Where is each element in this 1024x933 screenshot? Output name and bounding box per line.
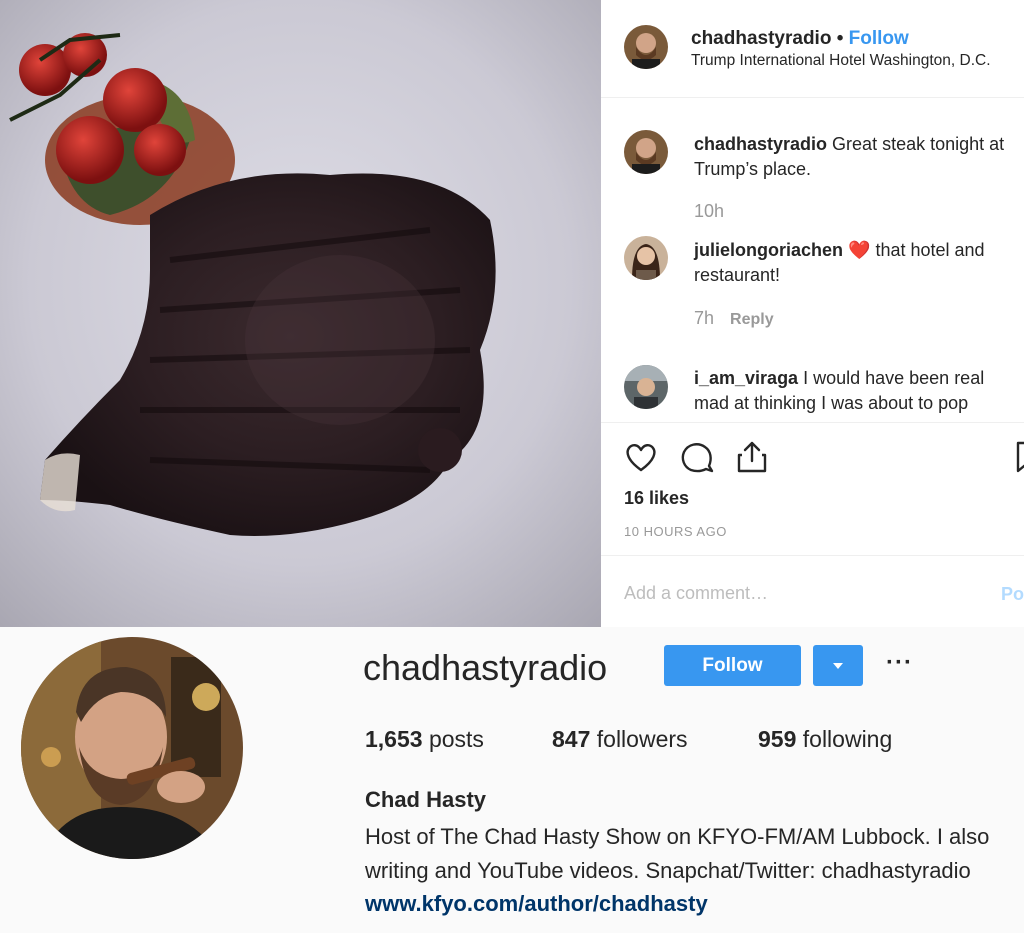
bio-line: writing and YouTube videos. Snapchat/Twi…: [365, 858, 971, 883]
post-header: chadhastyradio • Follow Trump Internatio…: [601, 0, 1024, 98]
author-avatar[interactable]: [624, 25, 668, 69]
bio-line: Host of The Chad Hasty Show on KFYO-FM/A…: [365, 824, 990, 849]
reply-button[interactable]: Reply: [730, 311, 774, 328]
post-actions: 16 likes 10 HOURS AGO: [601, 422, 1024, 555]
heart-emoji: ❤️: [848, 240, 871, 260]
share-icon[interactable]: [734, 439, 770, 475]
followers-label: followers: [590, 726, 688, 752]
comment-username[interactable]: julielongoriachen: [694, 240, 843, 260]
bookmark-icon[interactable]: [1013, 439, 1024, 475]
comment-time: 7h: [694, 308, 715, 328]
comment-item: i_am_viraga I would have been real mad a…: [601, 363, 1024, 422]
posts-label: posts: [422, 726, 484, 752]
post-photo-steak[interactable]: [0, 0, 601, 627]
post-time: 10 HOURS AGO: [624, 524, 727, 539]
suggestions-dropdown-button[interactable]: [813, 645, 863, 686]
post-side-panel: chadhastyradio • Follow Trump Internatio…: [601, 0, 1024, 627]
more-options-button[interactable]: ···: [886, 649, 914, 679]
profile-bio: Host of The Chad Hasty Show on KFYO-FM/A…: [365, 820, 1024, 888]
profile-avatar[interactable]: [21, 637, 243, 859]
comment-icon[interactable]: [679, 439, 715, 475]
instagram-post: chadhastyradio • Follow Trump Internatio…: [0, 0, 1024, 627]
commenter-avatar[interactable]: [624, 130, 668, 174]
comment-body: chadhastyradio Great steak tonight at Tr…: [694, 132, 1024, 182]
likes-count[interactable]: 16 likes: [624, 488, 689, 509]
profile-follow-button[interactable]: Follow: [664, 645, 801, 686]
commenter-avatar[interactable]: [624, 365, 668, 409]
comment-item: chadhastyradio Great steak tonight at Tr…: [601, 128, 1024, 221]
header-follow-button[interactable]: Follow: [849, 28, 909, 49]
post-header-line: chadhastyradio • Follow: [691, 28, 909, 50]
comments-list[interactable]: chadhastyradio Great steak tonight at Tr…: [601, 98, 1024, 422]
post-comment-button[interactable]: Post: [1001, 584, 1024, 605]
following-label: following: [796, 726, 893, 752]
followers-stat[interactable]: 847 followers: [552, 726, 688, 753]
header-separator: •: [831, 28, 849, 49]
posts-count: 1,653: [365, 726, 423, 752]
comment-username[interactable]: chadhastyradio: [694, 134, 827, 154]
posts-stat[interactable]: 1,653 posts: [365, 726, 484, 753]
post-author-username[interactable]: chadhastyradio: [691, 28, 831, 49]
profile-header: chadhastyradio Follow ··· 1,653 posts 84…: [0, 627, 1024, 933]
profile-full-name: Chad Hasty: [365, 787, 487, 812]
comment-time: 10h: [694, 201, 725, 221]
profile-username: chadhastyradio: [363, 647, 608, 688]
followers-count: 847: [552, 726, 591, 752]
post-location[interactable]: Trump International Hotel Washington, D.…: [691, 52, 991, 70]
caret-down-icon: [833, 662, 843, 669]
comment-username[interactable]: i_am_viraga: [694, 368, 798, 388]
following-stat[interactable]: 959 following: [758, 726, 892, 753]
heart-icon[interactable]: [623, 439, 659, 475]
profile-website-link[interactable]: www.kfyo.com/author/chadhasty: [365, 891, 708, 917]
following-count: 959: [758, 726, 797, 752]
add-comment-input[interactable]: [624, 583, 974, 604]
add-comment-bar: Post: [601, 555, 1024, 627]
comment-body: i_am_viraga I would have been real mad a…: [694, 366, 1024, 416]
comment-meta: 7h Reply: [694, 308, 774, 329]
comment-body: julielongoriachen ❤️ that hotel and rest…: [694, 238, 1024, 288]
commenter-avatar[interactable]: [624, 236, 668, 280]
comment-item: julielongoriachen ❤️ that hotel and rest…: [601, 234, 1024, 334]
